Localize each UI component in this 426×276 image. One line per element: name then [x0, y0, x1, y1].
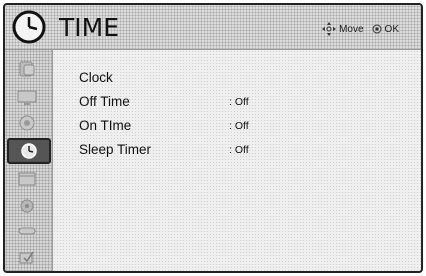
hint-move-label: Move [339, 23, 364, 35]
menu-item-label: Sleep Timer [79, 142, 152, 157]
lock-icon [20, 199, 34, 213]
usb-icon [19, 251, 34, 264]
hint-ok-label: OK [384, 23, 399, 35]
audio-icon [19, 115, 35, 131]
sidebar-item-audio[interactable] [11, 112, 43, 134]
sidebar-item-input[interactable] [11, 220, 43, 242]
menu-item-value: : Off [229, 144, 249, 156]
sidebar-item-picture[interactable] [11, 58, 43, 80]
sidebar-item-usb[interactable] [11, 246, 43, 268]
screen-icon [17, 90, 37, 105]
sidebar-item-lock[interactable] [11, 194, 43, 216]
input-icon [18, 227, 36, 235]
menu-item-on-time[interactable]: On TIme : Off [79, 118, 319, 136]
clock-icon [21, 143, 37, 159]
picture-icon [19, 61, 35, 77]
clock-icon [12, 10, 46, 44]
sidebar-item-screen[interactable] [11, 86, 43, 108]
menu-header: TIME Move OK [5, 5, 421, 50]
navigation-hint: Move OK [322, 22, 399, 36]
menu-item-label: Off Time [79, 94, 130, 109]
menu-item-clock[interactable]: Clock [79, 70, 319, 88]
sidebar-item-time[interactable] [7, 138, 51, 164]
calendar-icon [18, 172, 36, 186]
menu-item-sleep-timer[interactable]: Sleep Timer : Off [79, 142, 319, 160]
menu-item-value: : Off [229, 120, 249, 132]
ok-button-icon [372, 24, 382, 34]
move-arrows-icon [322, 22, 337, 36]
sidebar-item-schedule[interactable] [11, 168, 43, 190]
menu-item-label: Clock [79, 70, 113, 85]
menu-item-value: : Off [229, 96, 249, 108]
page-title: TIME [59, 13, 120, 42]
menu-item-label: On TIme [79, 118, 132, 133]
tv-menu-screen: TIME Move OK Clock Off Time: Off On TIm… [3, 3, 423, 273]
category-sidebar [5, 50, 53, 271]
menu-item-off-time[interactable]: Off Time : Off [79, 94, 319, 112]
